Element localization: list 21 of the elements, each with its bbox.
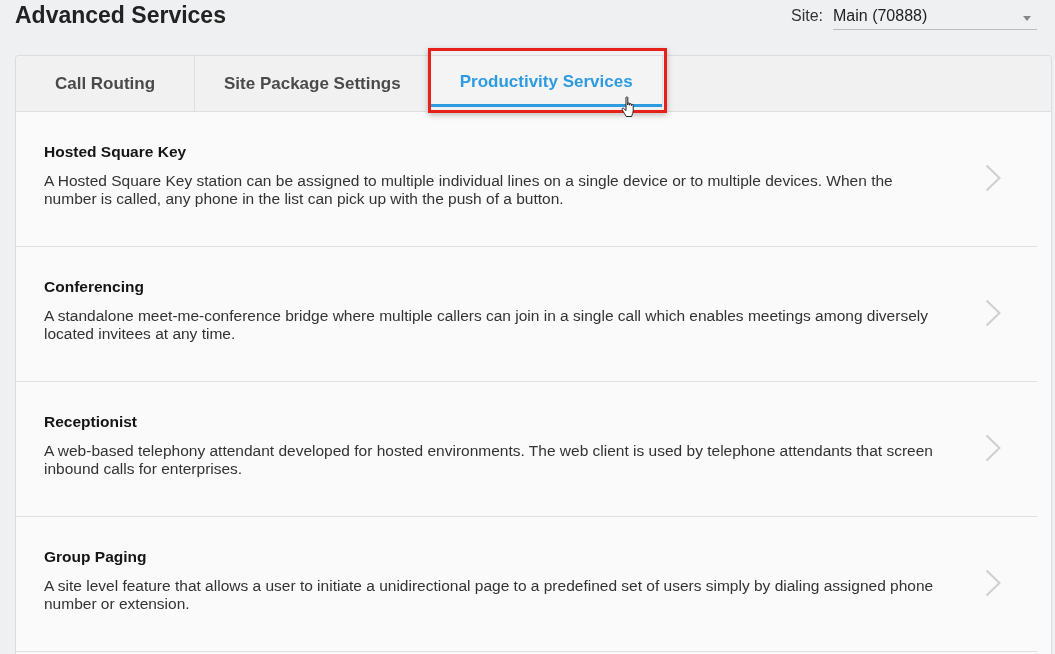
service-title: Group Paging: [44, 547, 148, 567]
service-row[interactable]: Group Paging A site level feature that allows a user to initiate a unidirectional page to a predefined set of users simply by dialing assigned phone number or extension.: [16, 517, 1037, 652]
caret-icon: [1023, 15, 1031, 21]
chevron-right-icon: [985, 569, 1001, 597]
service-description: A web-based telephony attendant developed for hosted environments. The web client is used by telephone attendants that screen inbound calls for enterprises.: [44, 442, 934, 478]
service-description: A standalone meet-me-conference bridge where multiple callers can join in a single call which enables meetings among diversely located invitees at any time.: [44, 307, 929, 343]
service-title: Hosted Square Key: [44, 142, 188, 162]
page-title: Advanced Services: [15, 2, 226, 29]
service-description: A site level feature that allows a user to initiate a unidirectional page to a predefined set of users simply by dialing assigned phone number or extension.: [44, 577, 934, 613]
site-label: Site:: [791, 6, 823, 26]
chevron-right-icon: [985, 164, 1001, 192]
chevron-right-icon: [985, 434, 1001, 462]
chevron-right-icon: [985, 299, 1001, 327]
service-title: Receptionist: [44, 412, 138, 432]
service-row[interactable]: Conferencing A standalone meet-me-conference bridge where multiple callers can join in a single call which enables meetings among diversely located invitees at any time.: [16, 247, 1037, 382]
tab[interactable]: Site Package Settings: [195, 56, 431, 111]
service-description: A Hosted Square Key station can be assigned to multiple individual lines on a single device or to multiple devices. When the number is called, any phone in the list can pick up with the push of a button.: [44, 172, 894, 208]
tab[interactable]: Call Routing: [16, 56, 195, 111]
service-row[interactable]: Receptionist A web-based telephony attendant developed for hosted environments. The web client is used by telephone attendants that screen inbound calls for enterprises.: [16, 382, 1037, 517]
service-title: Conferencing: [44, 277, 145, 297]
site-dropdown[interactable]: Main (70888): [833, 5, 1037, 30]
